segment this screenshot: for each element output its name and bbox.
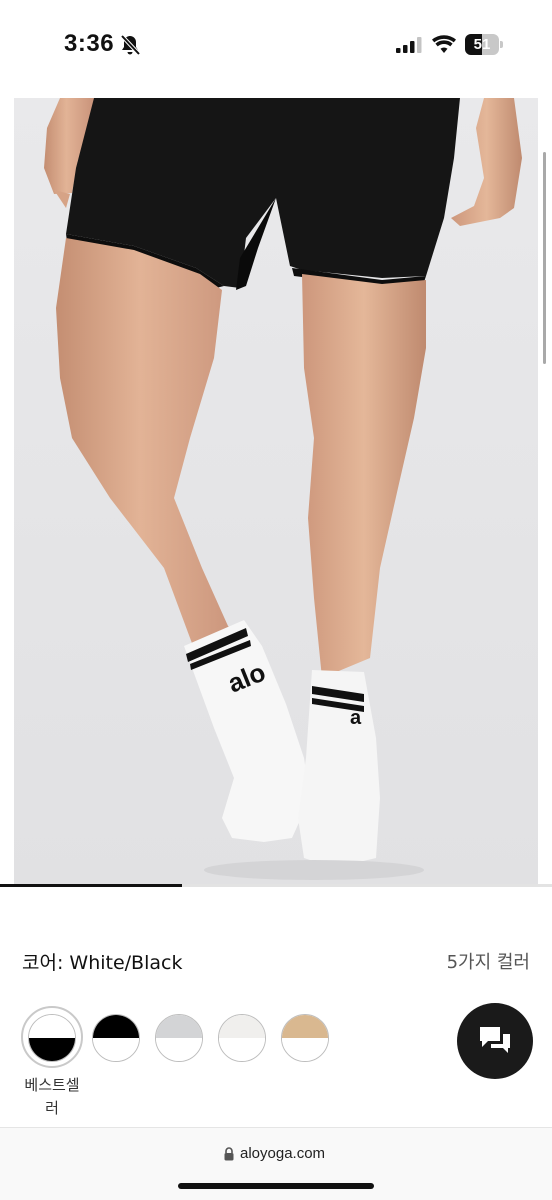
bell-slash-icon [120, 34, 141, 56]
product-photo: alo a [14, 98, 538, 885]
battery-icon: 51 [465, 34, 503, 55]
gallery-progress-fill [0, 884, 183, 887]
wifi-icon [432, 35, 456, 53]
chat-button[interactable] [457, 1003, 533, 1079]
product-image[interactable]: alo a [14, 98, 538, 885]
color-name-label: 코어: White/Black [22, 952, 183, 974]
color-count-label: 5가지 컬러 [446, 952, 530, 973]
chat-bubbles-icon [480, 1027, 510, 1053]
browser-url-bar[interactable] [0, 1128, 552, 1200]
color-swatch-tan-white[interactable] [281, 1014, 329, 1062]
status-bar: 3:36 51 [0, 0, 552, 92]
battery-level: 51 [473, 36, 491, 53]
cellular-signal-icon [396, 37, 422, 53]
home-indicator[interactable] [178, 1183, 374, 1189]
gallery-progress [0, 884, 552, 887]
page-scrollbar[interactable] [543, 152, 546, 364]
url-text[interactable]: aloyoga.com [240, 1145, 325, 1162]
status-time: 3:36 [64, 30, 115, 57]
color-swatch-black-white[interactable] [92, 1014, 140, 1062]
color-swatch-white-black[interactable] [28, 1014, 76, 1062]
color-swatch-ivory-white[interactable] [218, 1014, 266, 1062]
bestseller-badge: 베스트셀 러 [24, 1076, 80, 1117]
sock-logo-partial: a [350, 707, 362, 729]
lock-icon [224, 1147, 234, 1161]
color-swatch-grey-white[interactable] [155, 1014, 203, 1062]
